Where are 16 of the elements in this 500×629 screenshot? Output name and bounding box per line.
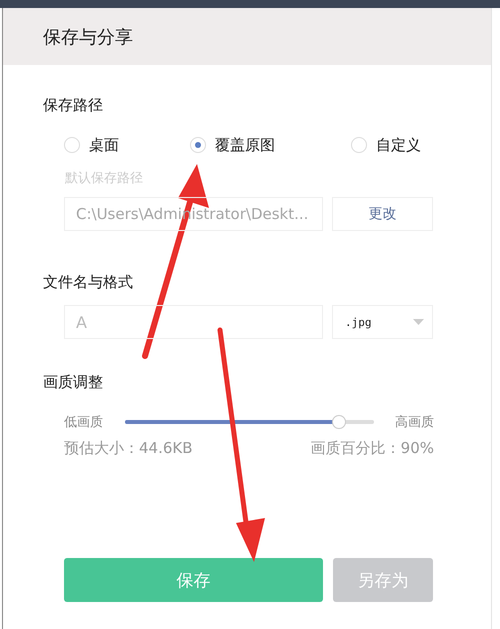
filename-field[interactable]: A xyxy=(64,305,323,339)
size-estimate: 预估大小：44.6KB xyxy=(64,439,193,458)
save-button[interactable]: 保存 xyxy=(64,558,323,602)
slider-label: 高画质 xyxy=(395,414,434,431)
section-label: 画质调整 xyxy=(43,372,104,393)
dialog-title: 保存与分享 xyxy=(43,26,133,48)
section-label: 文件名与格式 xyxy=(43,272,134,293)
slider-label: 低画质 xyxy=(64,414,103,431)
format-dropdown[interactable]: .jpg xyxy=(332,305,433,339)
quality-percent: 画质百分比：90% xyxy=(310,439,434,458)
quality-slider[interactable] xyxy=(124,415,374,429)
radio-label: 自定义 xyxy=(376,136,421,154)
radio-label: 覆盖原图 xyxy=(215,136,275,154)
section-label: 保存路径 xyxy=(43,95,104,116)
radio-label: 桌面 xyxy=(89,136,119,154)
caret-icon xyxy=(413,319,424,325)
